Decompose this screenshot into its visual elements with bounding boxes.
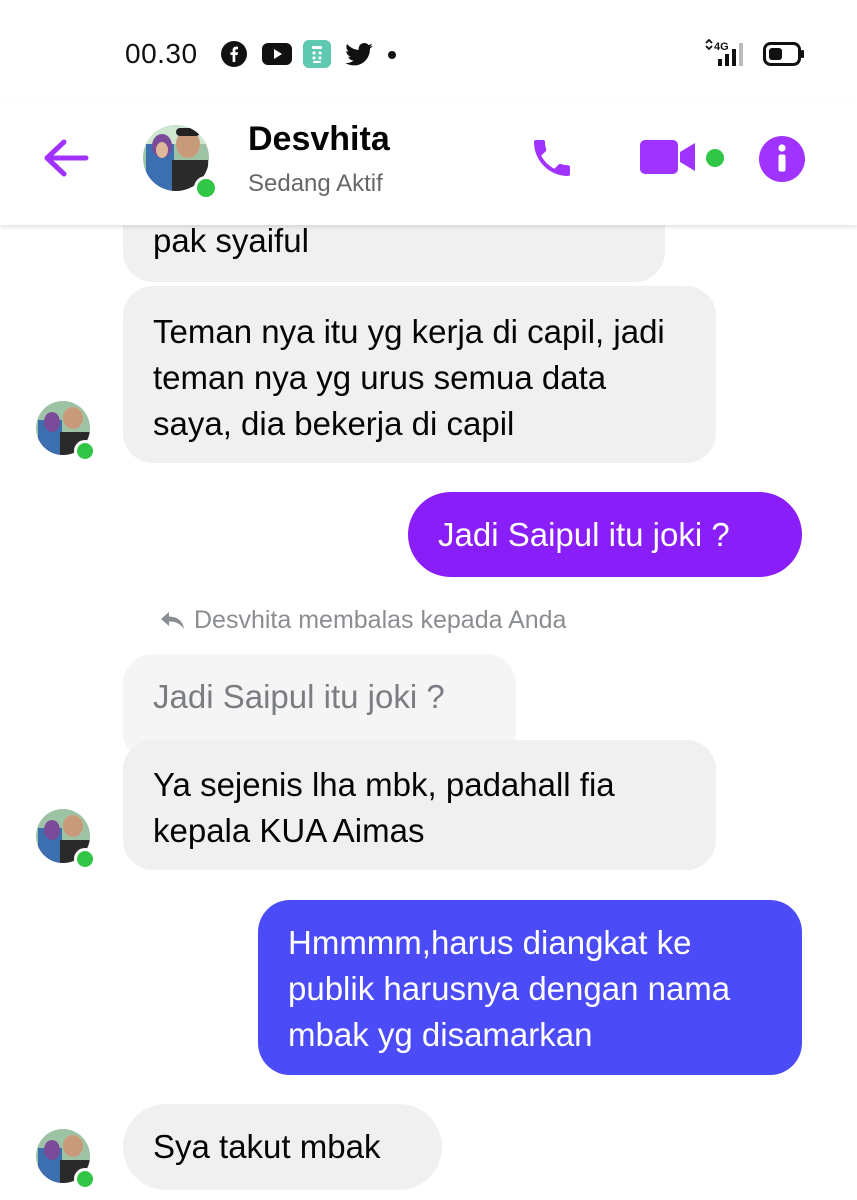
reply-indicator: Desvhita membalas kepada Anda bbox=[158, 606, 566, 638]
back-arrow-icon[interactable] bbox=[42, 138, 90, 183]
online-indicator bbox=[194, 176, 218, 200]
contact-avatar[interactable] bbox=[142, 114, 218, 202]
status-time: 00.30 bbox=[125, 38, 198, 69]
message-text: Teman nya itu yg kerja di capil, jadi te… bbox=[153, 313, 665, 442]
reply-icon bbox=[158, 609, 186, 638]
signal-icon: 4G bbox=[704, 38, 748, 74]
sender-avatar[interactable] bbox=[36, 804, 98, 872]
youtube-icon bbox=[262, 43, 292, 70]
active-call-dot bbox=[706, 149, 724, 167]
online-indicator bbox=[74, 1168, 96, 1190]
message-text: pak syaiful bbox=[153, 222, 309, 259]
sender-avatar[interactable] bbox=[36, 1124, 98, 1192]
incoming-message[interactable]: Teman nya itu yg kerja di capil, jadi te… bbox=[123, 286, 716, 463]
outgoing-message[interactable]: Hmmmm,harus diangkat ke publik harusnya … bbox=[258, 900, 802, 1075]
info-icon[interactable] bbox=[758, 135, 806, 188]
incoming-message[interactable]: Sya takut mbak bbox=[123, 1104, 442, 1190]
incoming-message[interactable]: Ya sejenis lha mbk, padahall fia kepala … bbox=[123, 740, 716, 870]
contact-name[interactable]: Desvhita bbox=[248, 120, 390, 159]
status-bar: 00.30 4G bbox=[0, 0, 857, 100]
battery-icon bbox=[763, 42, 805, 71]
contact-status: Sedang Aktif bbox=[248, 170, 383, 197]
phone-call-icon[interactable] bbox=[528, 134, 576, 187]
more-notifications-dot bbox=[388, 51, 396, 59]
facebook-icon bbox=[221, 41, 247, 72]
chat-header: Desvhita Sedang Aktif bbox=[0, 100, 857, 225]
quoted-text: Jadi Saipul itu joki ? bbox=[153, 678, 445, 715]
message-text: Ya sejenis lha mbk, padahall fia kepala … bbox=[153, 766, 615, 849]
message-text: Jadi Saipul itu joki ? bbox=[438, 516, 730, 553]
app-icon bbox=[303, 40, 331, 73]
online-indicator bbox=[74, 848, 96, 870]
svg-text:4G: 4G bbox=[714, 41, 729, 53]
reply-label-text: Desvhita membalas kepada Anda bbox=[194, 606, 567, 634]
twitter-icon bbox=[345, 43, 373, 71]
message-text: Sya takut mbak bbox=[153, 1128, 381, 1165]
message-text: Hmmmm,harus diangkat ke publik harusnya … bbox=[288, 924, 731, 1053]
video-call-icon[interactable] bbox=[640, 138, 696, 181]
outgoing-message[interactable]: Jadi Saipul itu joki ? bbox=[408, 492, 802, 577]
sender-avatar[interactable] bbox=[36, 396, 98, 464]
online-indicator bbox=[74, 440, 96, 462]
